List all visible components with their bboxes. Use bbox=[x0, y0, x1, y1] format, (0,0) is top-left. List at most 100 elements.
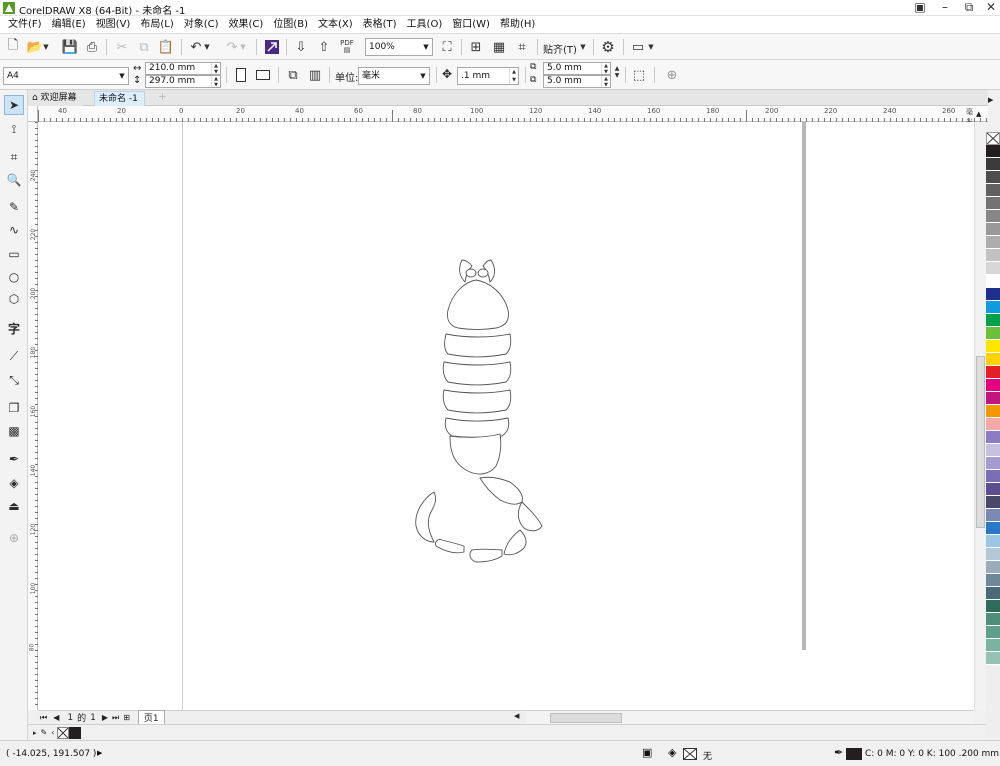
launcher-dropdown-icon[interactable]: ▼ bbox=[646, 37, 656, 57]
outline-color-swatch[interactable] bbox=[846, 748, 862, 760]
tail-segment[interactable] bbox=[503, 529, 527, 556]
menu-layout[interactable]: 布局(L) bbox=[136, 16, 179, 33]
units-select[interactable]: 毫米 ▼ bbox=[358, 67, 430, 85]
color-swatch[interactable] bbox=[986, 301, 1000, 314]
crop-tool-icon[interactable]: ⌗ bbox=[4, 147, 24, 167]
color-swatch[interactable] bbox=[986, 405, 1000, 418]
color-swatch[interactable] bbox=[986, 262, 1000, 275]
application-launcher-icon[interactable]: ▭ bbox=[628, 37, 648, 57]
color-swatch[interactable] bbox=[986, 496, 1000, 509]
account-icon[interactable]: ▣ bbox=[908, 0, 932, 16]
scroll-left-icon[interactable]: ◀ bbox=[514, 712, 519, 720]
menu-edit[interactable]: 编辑(E) bbox=[48, 16, 92, 33]
color-swatch[interactable] bbox=[986, 535, 1000, 548]
tab-welcome-screen[interactable]: ⌂ 欢迎屏幕 bbox=[28, 91, 83, 106]
drawing-canvas[interactable] bbox=[38, 122, 974, 710]
paste-icon[interactable]: 📋 bbox=[156, 37, 176, 57]
drop-shadow-icon[interactable]: ❐ bbox=[4, 398, 24, 418]
full-screen-icon[interactable]: ⛶ bbox=[437, 37, 457, 57]
scorpion-drawing[interactable] bbox=[38, 122, 974, 710]
zoom-tool-icon[interactable]: 🔍 bbox=[4, 170, 24, 190]
color-swatch[interactable] bbox=[986, 548, 1000, 561]
color-swatch[interactable] bbox=[986, 418, 1000, 431]
color-swatch[interactable] bbox=[986, 223, 1000, 236]
menu-view[interactable]: 视图(V) bbox=[92, 16, 137, 33]
color-swatch[interactable] bbox=[986, 288, 1000, 301]
height-spinner-icon[interactable]: ▲ ▼ bbox=[211, 76, 220, 88]
new-document-icon[interactable]: 🗋 bbox=[3, 37, 23, 57]
smart-fill-icon[interactable]: ⏏ bbox=[4, 496, 24, 516]
dup-x-spinner-icon[interactable]: ▲ ▼ bbox=[601, 63, 610, 75]
vertical-ruler[interactable]: 240 220 200 180 160 140 120 100 80 bbox=[28, 122, 38, 710]
copy-icon[interactable]: ⧉ bbox=[134, 37, 154, 57]
page-size-select[interactable]: A4 ▼ bbox=[3, 67, 129, 85]
doc-no-color-swatch[interactable] bbox=[57, 726, 70, 739]
tail-segment[interactable] bbox=[479, 476, 523, 505]
color-swatch[interactable] bbox=[986, 171, 1000, 184]
color-swatch[interactable] bbox=[986, 275, 1000, 288]
vertical-scrollbar[interactable]: ▲ bbox=[974, 110, 986, 710]
color-swatch[interactable] bbox=[986, 639, 1000, 652]
import-icon[interactable]: ⇩ bbox=[291, 37, 311, 57]
options-gear-icon[interactable]: ⚙ bbox=[598, 37, 618, 57]
width-spinner-icon[interactable]: ▲ ▼ bbox=[211, 63, 220, 75]
tail-segment[interactable] bbox=[449, 433, 502, 475]
last-page-icon[interactable]: ⏭ bbox=[112, 713, 119, 723]
first-page-icon[interactable]: ⏮ bbox=[40, 713, 47, 723]
prev-page-icon[interactable]: ◀ bbox=[53, 713, 59, 722]
freehand-tool-icon[interactable]: ✎ bbox=[4, 197, 24, 217]
menu-file[interactable]: 文件(F) bbox=[4, 16, 48, 33]
next-page-icon[interactable]: ▶ bbox=[102, 713, 108, 722]
color-swatch[interactable] bbox=[986, 184, 1000, 197]
parallel-dimension-icon[interactable]: ⟋ bbox=[4, 346, 24, 366]
fill-none-swatch[interactable] bbox=[683, 748, 697, 760]
artistic-media-icon[interactable]: ∿ bbox=[4, 220, 24, 240]
add-page-icon[interactable]: ⊞ bbox=[123, 713, 130, 722]
cut-icon[interactable]: ✂ bbox=[112, 37, 132, 57]
rectangle-tool-icon[interactable]: ▭ bbox=[4, 244, 24, 264]
page-height-field[interactable]: 297.0 mm ▲ ▼ bbox=[145, 75, 221, 88]
color-swatch[interactable] bbox=[986, 587, 1000, 600]
color-swatch[interactable] bbox=[986, 379, 1000, 392]
menu-help[interactable]: 帮助(H) bbox=[496, 16, 541, 33]
color-swatch[interactable] bbox=[986, 145, 1000, 158]
interactive-fill-icon[interactable]: ◈ bbox=[4, 473, 24, 493]
color-swatch[interactable] bbox=[986, 236, 1000, 249]
color-swatch[interactable] bbox=[986, 431, 1000, 444]
add-tool-icon[interactable]: ⊕ bbox=[662, 65, 682, 85]
text-tool-icon[interactable]: 字 bbox=[4, 318, 24, 338]
scroll-up-icon[interactable]: ▲ bbox=[976, 110, 981, 118]
publish-pdf-icon[interactable]: PDF ▤ bbox=[337, 37, 357, 57]
nudge-distance-field[interactable]: .1 mm ▲ ▼ bbox=[457, 67, 519, 85]
snap-to-menu[interactable]: 贴齐(T) bbox=[543, 41, 577, 56]
left-eye[interactable] bbox=[465, 268, 477, 278]
horizontal-scroll-thumb[interactable] bbox=[550, 713, 622, 723]
outline-pen-icon[interactable]: ✒ bbox=[834, 746, 843, 759]
color-swatch[interactable] bbox=[986, 509, 1000, 522]
show-rulers-icon[interactable]: ⊞ bbox=[466, 37, 486, 57]
open-dropdown-icon[interactable]: ▼ bbox=[41, 37, 51, 57]
ruler-origin[interactable] bbox=[28, 106, 38, 122]
docker-arrow-icon[interactable]: ▶ bbox=[988, 96, 993, 104]
eyedropper-tool-icon[interactable]: ✒ bbox=[4, 449, 24, 469]
show-grid-icon[interactable]: ▦ bbox=[489, 37, 509, 57]
all-pages-icon[interactable]: ⧉ bbox=[283, 65, 303, 85]
nudge-spinner-icon[interactable]: ▲ ▼ bbox=[509, 68, 518, 84]
body-segment[interactable] bbox=[442, 361, 512, 386]
restore-button[interactable]: ⧉ bbox=[957, 0, 981, 16]
color-swatch[interactable] bbox=[986, 522, 1000, 535]
ellipse-tool-icon[interactable]: ○ bbox=[4, 267, 24, 287]
dup-y-spinner-icon[interactable]: ▲ ▼ bbox=[601, 76, 610, 88]
connector-tool-icon[interactable]: ⤡ bbox=[4, 370, 24, 390]
menu-window[interactable]: 窗口(W) bbox=[448, 16, 496, 33]
doc-palette-scroll-icon[interactable]: ‹ bbox=[51, 728, 54, 737]
shape-tool-icon[interactable]: ⟟ bbox=[4, 119, 24, 139]
doc-black-swatch[interactable] bbox=[69, 726, 82, 739]
color-swatch[interactable] bbox=[986, 366, 1000, 379]
menu-object[interactable]: 对象(C) bbox=[180, 16, 225, 33]
transparency-tool-icon[interactable]: ▩ bbox=[4, 421, 24, 441]
color-swatch[interactable] bbox=[986, 197, 1000, 210]
dup-spin-icon[interactable]: ▲ ▼ bbox=[612, 62, 622, 82]
status-expand-icon[interactable]: ▶ bbox=[97, 749, 102, 757]
color-swatch[interactable] bbox=[986, 249, 1000, 262]
